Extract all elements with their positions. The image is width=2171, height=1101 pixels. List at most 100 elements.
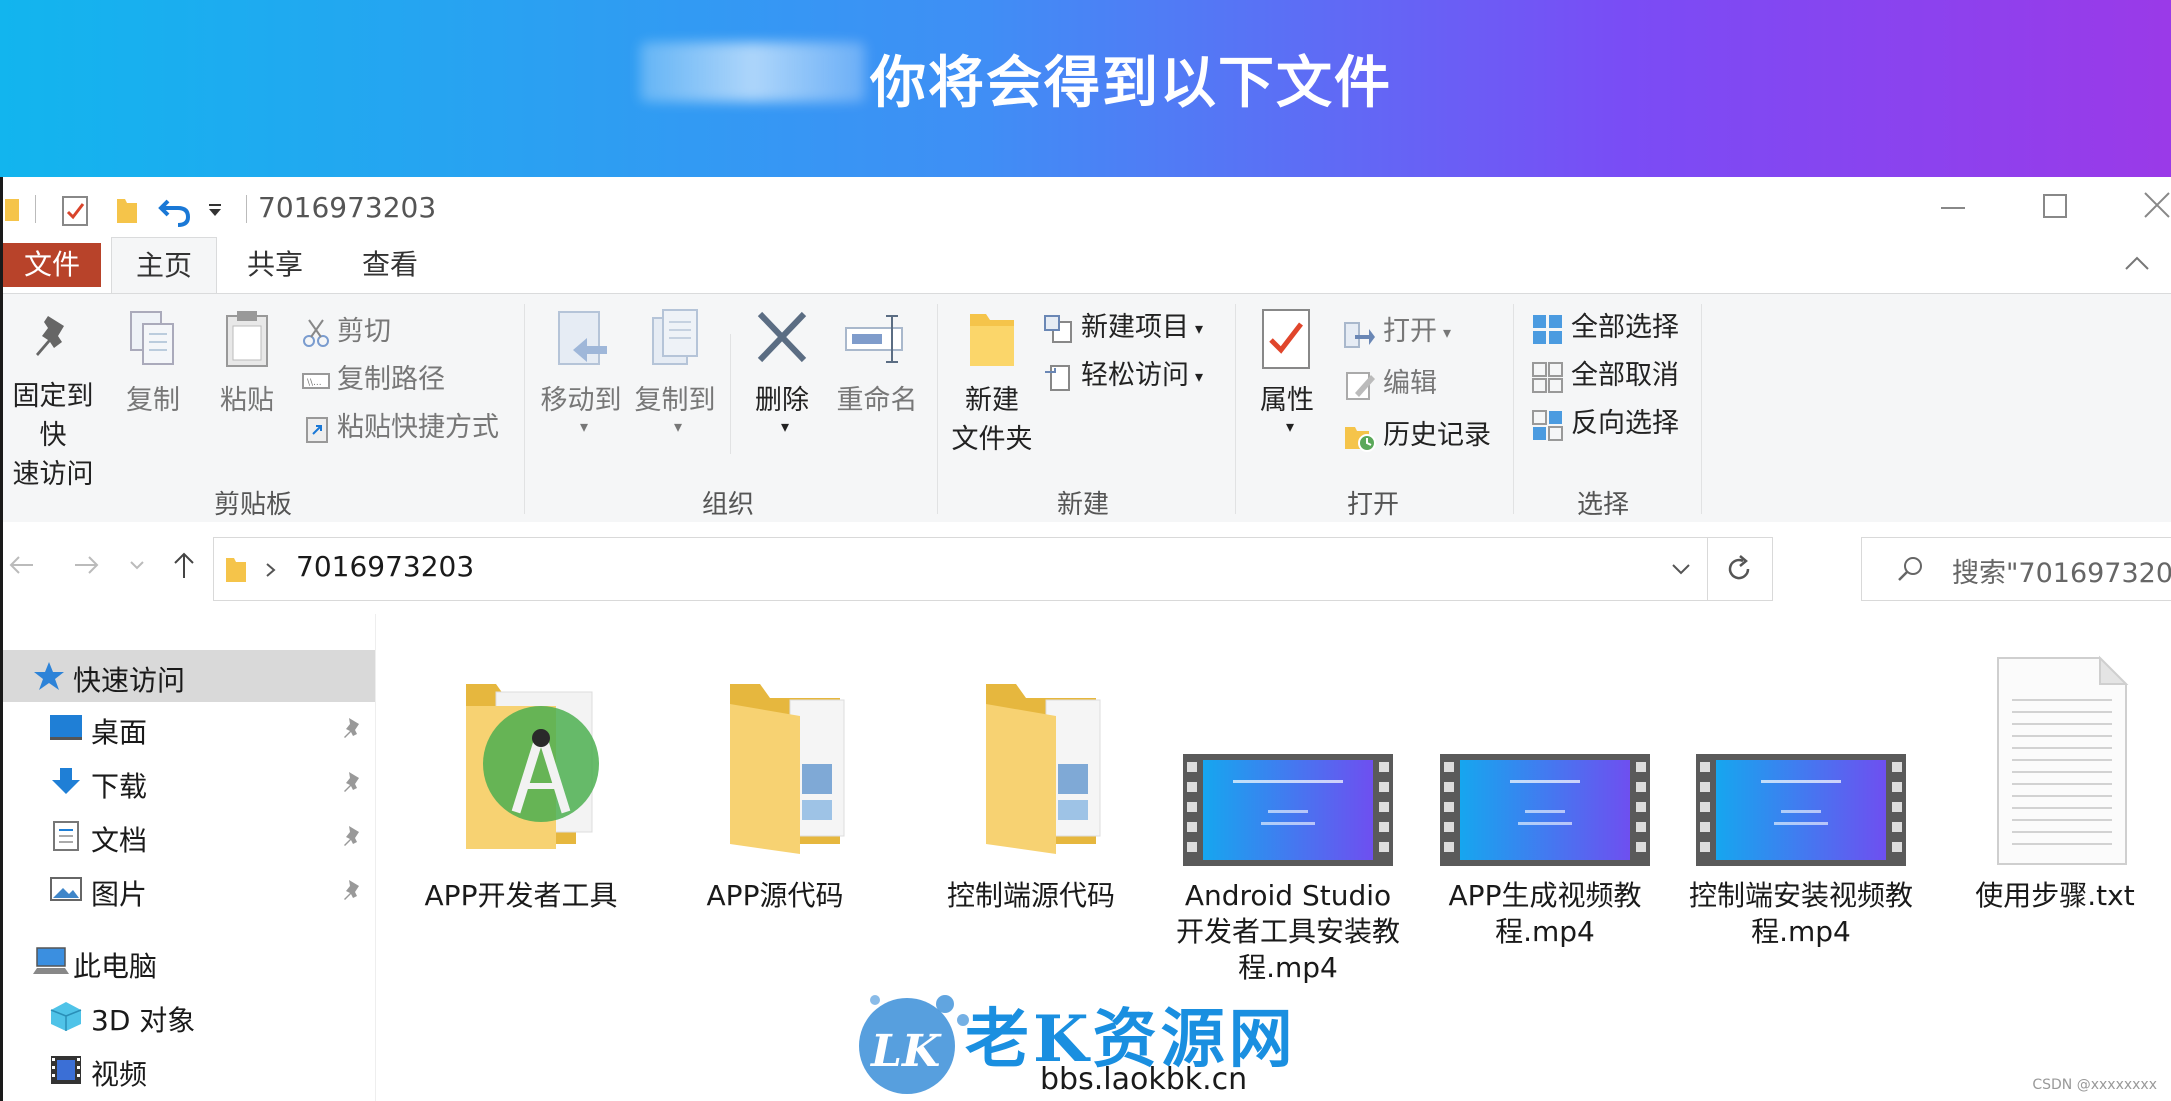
minimize-icon[interactable] xyxy=(1923,185,1983,229)
file-name: APP开发者工具 xyxy=(424,879,618,912)
tab-file[interactable]: 文件 xyxy=(3,243,101,287)
download-icon xyxy=(52,768,80,794)
group-divider xyxy=(1701,304,1702,514)
sidebar-label: 快速访问 xyxy=(73,664,186,697)
invert-selection-icon xyxy=(1532,409,1563,441)
search-box[interactable]: 搜索"701697320... xyxy=(1861,537,2171,601)
address-bar[interactable]: 7016973203 xyxy=(213,537,1773,601)
watermark-url: bbs.laokbk.cn xyxy=(1040,1062,1248,1097)
paste-shortcut-button[interactable]: 粘贴快捷方式 xyxy=(301,408,499,448)
window-title: 7016973203 xyxy=(258,191,437,224)
easy-access-dropdown-icon: ▾ xyxy=(1195,366,1204,386)
customize-dropdown-icon[interactable] xyxy=(208,203,224,219)
refresh-icon[interactable] xyxy=(1724,554,1754,584)
edit-button[interactable]: 编辑 xyxy=(1343,364,1437,404)
file-item[interactable]: APP开发者工具 xyxy=(406,644,636,914)
edit-icon xyxy=(1346,371,1375,400)
properties-button[interactable]: 属性 ▾ xyxy=(1247,308,1327,436)
close-icon[interactable] xyxy=(2123,185,2171,229)
forward-arrow-icon[interactable] xyxy=(71,550,101,580)
sidebar-item-documents[interactable]: 文档 xyxy=(3,810,375,862)
invert-selection-label: 反向选择 xyxy=(1571,408,1679,439)
history-button[interactable]: 历史记录 xyxy=(1343,416,1491,456)
sidebar-label: 图片 xyxy=(91,878,148,911)
open-button[interactable]: 打开 ▾ xyxy=(1343,312,1451,352)
sidebar-label: 下载 xyxy=(91,770,148,803)
address-dropdown-icon[interactable] xyxy=(1670,562,1692,578)
collapse-ribbon-icon[interactable] xyxy=(2123,253,2151,273)
file-item[interactable]: 控制端源代码 xyxy=(916,644,1146,914)
copy-path-icon: \\... xyxy=(302,372,330,389)
file-item[interactable]: 控制端安装视频教程.mp4 xyxy=(1686,644,1916,950)
folder-icon xyxy=(660,644,890,874)
pin-icon[interactable] xyxy=(341,716,363,740)
move-to-button[interactable]: 移动到 ▾ xyxy=(535,308,627,436)
sidebar-item-this-pc[interactable]: 此电脑 xyxy=(3,936,375,988)
csdn-credit: CSDN @xxxxxxxx xyxy=(2032,1077,2157,1093)
invert-selection-button[interactable]: 反向选择 xyxy=(1531,404,1679,444)
back-arrow-icon[interactable] xyxy=(7,550,37,580)
computer-icon xyxy=(33,947,69,974)
sidebar-item-pictures[interactable]: 图片 xyxy=(3,864,375,916)
sidebar-item-desktop[interactable]: 桌面 xyxy=(3,702,375,754)
pin-label-line1: 固定到快 xyxy=(12,381,94,451)
ribbon: 固定到快 速访问 复制 粘贴 剪切 \\... 复制路径 粘贴快捷方式 剪贴板 … xyxy=(3,293,2171,523)
edit-label: 编辑 xyxy=(1383,368,1437,399)
copy-to-button[interactable]: 复制到 ▾ xyxy=(629,308,721,436)
copy-icon xyxy=(130,311,174,365)
star-icon xyxy=(34,662,64,690)
rename-button[interactable]: 重命名 xyxy=(829,308,925,417)
toolbar-divider xyxy=(246,195,247,223)
select-all-button[interactable]: 全部选择 xyxy=(1531,308,1679,348)
delete-button[interactable]: 删除 ▾ xyxy=(741,308,823,436)
sidebar-item-downloads[interactable]: 下载 xyxy=(3,756,375,808)
select-none-label: 全部取消 xyxy=(1571,360,1679,391)
delete-x-icon xyxy=(757,311,807,363)
maximize-icon[interactable] xyxy=(2025,185,2085,229)
pin-icon[interactable] xyxy=(341,878,363,902)
new-folder-button[interactable]: 新建 文件夹 xyxy=(947,308,1037,456)
video-thumbnail-icon xyxy=(1173,644,1403,874)
new-item-icon xyxy=(1044,314,1072,343)
file-item[interactable]: APP生成视频教程.mp4 xyxy=(1430,644,1660,950)
group-label-new: 新建 xyxy=(1056,490,1109,520)
copy-button[interactable]: 复制 xyxy=(115,308,191,417)
easy-access-button[interactable]: 轻松访问 ▾ xyxy=(1043,356,1203,396)
sidebar-item-3d-objects[interactable]: 3D 对象 xyxy=(3,990,375,1042)
move-to-icon xyxy=(558,311,607,365)
new-folder-label-line2: 文件夹 xyxy=(951,424,1033,455)
new-item-button[interactable]: 新建项目 ▾ xyxy=(1043,308,1203,348)
pin-icon[interactable] xyxy=(341,770,363,794)
cut-button[interactable]: 剪切 xyxy=(301,312,391,352)
tab-home[interactable]: 主页 xyxy=(111,237,217,294)
text-file-icon xyxy=(1940,644,2170,874)
file-item[interactable]: 使用步骤.txt xyxy=(1940,644,2170,914)
file-item[interactable]: APP源代码 xyxy=(660,644,890,914)
breadcrumb-current[interactable]: 7016973203 xyxy=(296,550,474,583)
file-item[interactable]: Android Studio开发者工具安装教程.mp4 xyxy=(1173,644,1403,986)
sidebar-item-quick-access[interactable]: 快速访问 xyxy=(3,650,375,702)
new-folder-quick-icon[interactable] xyxy=(115,195,139,225)
file-name: APP源代码 xyxy=(706,879,844,912)
undo-icon[interactable] xyxy=(158,195,192,227)
up-arrow-icon[interactable] xyxy=(169,550,199,582)
pin-to-quick-access-button[interactable]: 固定到快 速访问 xyxy=(3,308,103,491)
copy-label: 复制 xyxy=(126,385,180,416)
tab-view[interactable]: 查看 xyxy=(348,237,432,293)
paste-shortcut-icon xyxy=(306,416,328,443)
easy-access-label: 轻松访问 xyxy=(1081,360,1189,391)
copy-path-button[interactable]: \\... 复制路径 xyxy=(301,360,445,400)
paste-button[interactable]: 粘贴 xyxy=(207,308,287,417)
pin-icon[interactable] xyxy=(341,824,363,848)
history-icon xyxy=(1345,426,1376,452)
new-item-label: 新建项目 xyxy=(1081,312,1189,343)
desktop-icon xyxy=(50,715,82,740)
breadcrumb-chevron-icon[interactable] xyxy=(264,562,278,578)
select-all-icon xyxy=(1533,314,1562,344)
recent-locations-chevron-icon[interactable] xyxy=(129,560,145,572)
select-none-button[interactable]: 全部取消 xyxy=(1531,356,1679,396)
sidebar-item-videos[interactable]: 视频 xyxy=(3,1044,375,1096)
properties-quick-icon[interactable] xyxy=(61,195,91,227)
tab-share[interactable]: 共享 xyxy=(233,237,317,293)
3d-object-icon xyxy=(50,1002,82,1031)
